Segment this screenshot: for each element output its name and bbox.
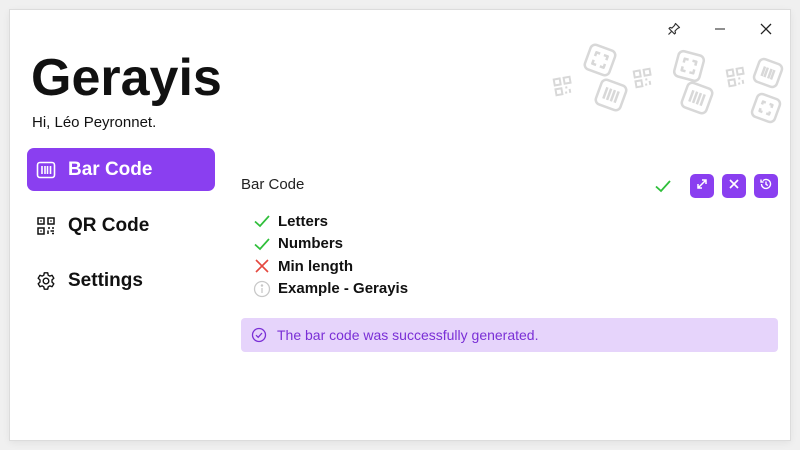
app-window: Gerayis Hi, Léo Peyronnet. Bar Code QR C… <box>10 10 790 440</box>
sidebar-item-label: QR Code <box>68 214 150 236</box>
list-item: Letters <box>253 210 408 233</box>
qrcode-icon <box>36 216 56 236</box>
validation-checklist: Letters Numbers Min length Example - Ger… <box>253 210 408 300</box>
expand-icon <box>695 177 709 196</box>
success-infobar: The bar code was successfully generated. <box>241 318 778 352</box>
barcode-icon <box>36 160 56 180</box>
cross-icon <box>253 257 271 275</box>
history-icon <box>759 177 773 196</box>
sidebar-item-settings[interactable]: Settings <box>27 259 215 302</box>
clear-icon <box>727 177 741 196</box>
check-icon <box>652 175 674 197</box>
history-button[interactable] <box>754 174 778 198</box>
sidebar-item-bar-code[interactable]: Bar Code <box>27 148 215 191</box>
close-icon <box>759 22 773 41</box>
checklist-label: Example - Gerayis <box>278 280 409 298</box>
list-item: Numbers <box>253 233 408 256</box>
action-toolbar <box>652 174 778 198</box>
checklist-label: Letters <box>278 212 329 230</box>
section-title: Bar Code <box>241 176 305 193</box>
app-title: Gerayis <box>31 49 222 107</box>
minimize-icon <box>713 22 727 41</box>
info-circle-icon <box>253 280 271 298</box>
pin-button[interactable] <box>656 16 692 46</box>
sidebar-item-qr-code[interactable]: QR Code <box>27 204 215 247</box>
close-button[interactable] <box>748 16 784 46</box>
gear-icon <box>36 271 56 291</box>
checklist-label: Min length <box>278 257 353 275</box>
expand-button[interactable] <box>690 174 714 198</box>
sidebar-item-label: Settings <box>68 269 143 291</box>
greeting-text: Hi, Léo Peyronnet. <box>32 114 157 131</box>
success-circle-icon <box>251 327 267 343</box>
list-item: Example - Gerayis <box>253 278 408 301</box>
infobar-message: The bar code was successfully generated. <box>277 327 539 343</box>
sidebar-item-label: Bar Code <box>68 158 153 180</box>
check-icon <box>253 235 271 253</box>
check-icon <box>253 212 271 230</box>
list-item: Min length <box>253 255 408 278</box>
checklist-label: Numbers <box>278 235 344 253</box>
pin-icon <box>667 22 681 41</box>
clear-button[interactable] <box>722 174 746 198</box>
minimize-button[interactable] <box>702 16 738 46</box>
